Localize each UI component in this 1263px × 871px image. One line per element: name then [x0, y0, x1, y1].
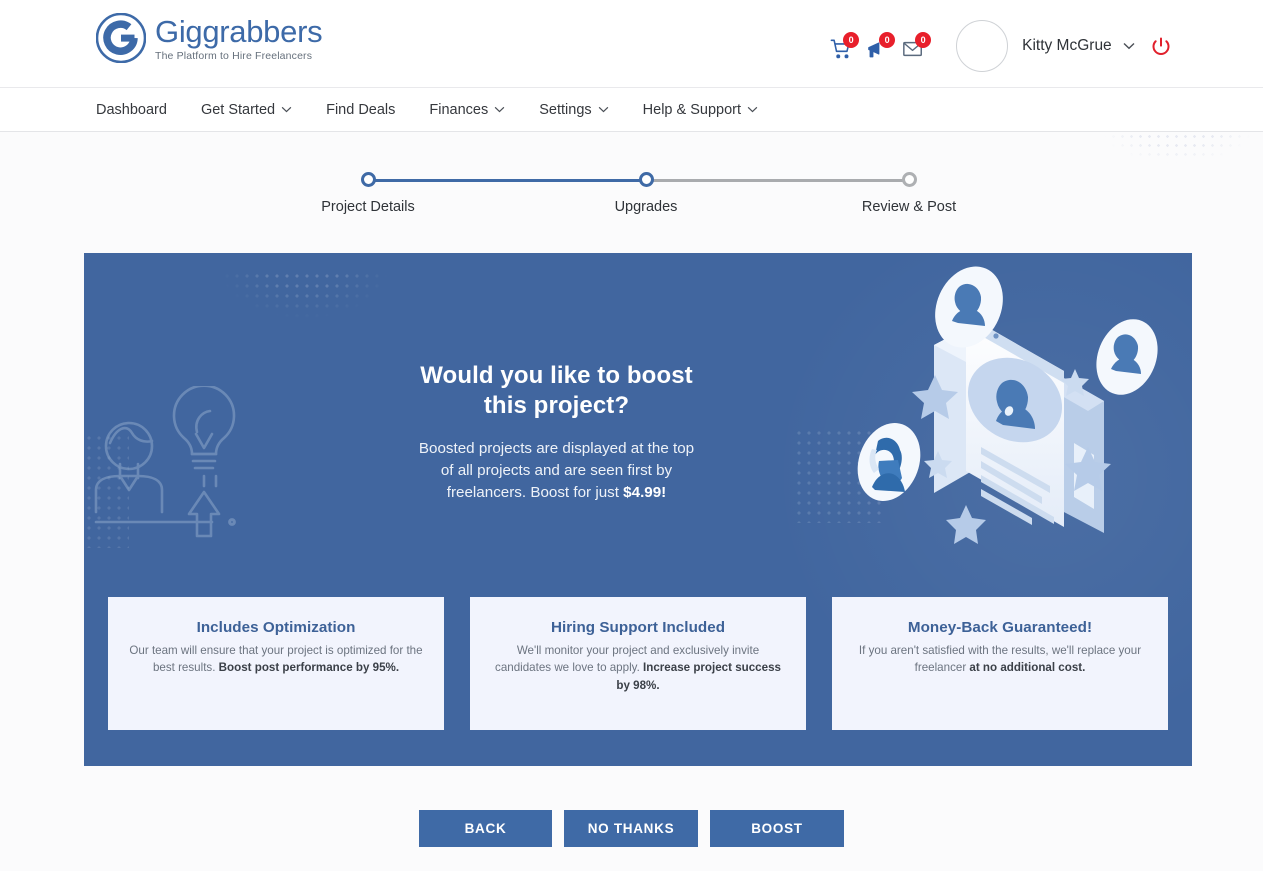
nav-label: Find Deals: [326, 101, 396, 118]
chevron-down-icon: [598, 106, 608, 113]
avatar[interactable]: [956, 20, 1009, 72]
nav-item-dashboard[interactable]: Dashboard: [96, 102, 167, 118]
benefit-card-hiring-support: Hiring Support Included We'll monitor yo…: [470, 597, 806, 730]
mail-badge-count: 0: [915, 32, 932, 48]
shopping-cart-icon[interactable]: 0: [830, 32, 860, 62]
stepper-label-project-details: Project Details: [321, 199, 415, 215]
hero-subtitle-line-1: Boosted projects are displayed at the to…: [418, 439, 695, 457]
nav-label: Settings: [539, 101, 592, 118]
card-body: We'll monitor your project and exclusive…: [488, 642, 788, 694]
stepper-node-review-post[interactable]: [902, 172, 917, 187]
brand-tagline: The Platform to Hire Freelancers: [155, 49, 313, 62]
hero-subtitle-line-2: of all projects and are seen first by: [440, 461, 673, 479]
chevron-down-icon: [747, 106, 758, 113]
cart-badge-count: 0: [843, 32, 860, 48]
page-root: Giggrabbers The Platform to Hire Freelan…: [0, 0, 1263, 871]
progress-stepper-area: Project Details Upgrades Review & Post: [0, 132, 1263, 247]
chevron-down-icon: [281, 106, 292, 113]
card-body: If you aren't satisfied with the results…: [850, 642, 1150, 677]
card-title: Includes Optimization: [196, 619, 356, 636]
stepper-track: [361, 172, 917, 188]
envelope-icon[interactable]: 0: [902, 32, 932, 62]
main-navigation: Dashboard Get Started Find Deals Finance…: [0, 88, 1263, 132]
nav-item-help-support[interactable]: Help & Support: [643, 102, 758, 118]
nav-item-finances[interactable]: Finances: [429, 102, 505, 118]
card-title: Hiring Support Included: [550, 619, 726, 636]
nav-label: Dashboard: [96, 101, 167, 118]
header-right-cluster: 0 0 0 Kitty McGrue: [830, 20, 1171, 72]
stepper-segment-completed: [367, 179, 645, 182]
brand-logo[interactable]: Giggrabbers The Platform to Hire Freelan…: [96, 13, 323, 63]
hero-subtitle-line-3-text: freelancers. Boost for just: [446, 484, 624, 502]
benefit-card-optimization: Includes Optimization Our team will ensu…: [108, 597, 444, 730]
stepper-label-upgrades: Upgrades: [614, 199, 678, 215]
nav-label: Finances: [429, 101, 489, 118]
no-thanks-button[interactable]: NO THANKS: [564, 810, 698, 847]
hero-subtitle: Boosted projects are displayed at the to…: [309, 438, 804, 505]
benefit-card-money-back: Money-Back Guaranteed! If you aren't sat…: [832, 597, 1168, 730]
back-button[interactable]: BACK: [419, 810, 552, 847]
stepper-segment-remaining: [645, 179, 911, 182]
nav-label: Get Started: [200, 101, 276, 118]
nav-item-find-deals[interactable]: Find Deals: [326, 102, 395, 118]
card-body-highlight: Boost post performance by 95%.: [218, 661, 400, 675]
app-header: Giggrabbers The Platform to Hire Freelan…: [0, 0, 1263, 88]
boost-promo-hero: Would you like to boost this project? Bo…: [84, 253, 1192, 766]
hero-title: Would you like to boost this project?: [309, 361, 804, 421]
user-name-label: Kitty McGrue: [1022, 37, 1112, 54]
hero-title-line-1: Would you like to boost: [420, 362, 693, 389]
action-button-row: BACK NO THANKS BOOST: [0, 810, 1263, 847]
nav-item-settings[interactable]: Settings: [539, 102, 608, 118]
power-icon[interactable]: [1151, 36, 1171, 56]
user-menu[interactable]: Kitty McGrue: [1022, 37, 1135, 55]
benefit-card-list: Includes Optimization Our team will ensu…: [108, 597, 1168, 730]
hero-subtitle-line-3: freelancers. Boost for just $4.99!: [309, 482, 804, 504]
hero-dot-pattern-top: [202, 271, 407, 366]
card-title: Money-Back Guaranteed!: [907, 619, 1093, 636]
stepper-label-review-post: Review & Post: [861, 199, 957, 215]
hero-title-line-2: this project?: [483, 391, 630, 419]
card-body-highlight: at no additional cost.: [969, 661, 1086, 675]
nav-label: Help & Support: [642, 101, 741, 118]
giggrabbers-logo-icon: [96, 13, 146, 63]
chevron-down-icon: [1123, 42, 1135, 50]
boost-button[interactable]: BOOST: [710, 810, 844, 847]
hero-copy: Would you like to boost this project? Bo…: [309, 361, 804, 505]
decorative-dot-pattern: [1073, 132, 1263, 190]
brand-name: Giggrabbers: [155, 14, 323, 50]
bell-badge-count: 0: [879, 32, 896, 48]
bell-icon[interactable]: 0: [866, 32, 896, 62]
notification-icon-group: 0 0 0: [830, 32, 932, 62]
hero-price: $4.99!: [623, 484, 667, 502]
progress-stepper: Project Details Upgrades Review & Post: [321, 172, 956, 219]
card-body: Our team will ensure that your project i…: [126, 642, 426, 677]
stepper-labels: Project Details Upgrades Review & Post: [321, 199, 956, 219]
chevron-down-icon: [494, 106, 505, 113]
stepper-node-project-details[interactable]: [361, 172, 376, 187]
nav-item-get-started[interactable]: Get Started: [201, 102, 292, 118]
person-lightbulb-growth-icon: [94, 386, 236, 538]
isometric-profile-boost-illustration: [857, 266, 1158, 544]
stepper-node-upgrades[interactable]: [639, 172, 654, 187]
